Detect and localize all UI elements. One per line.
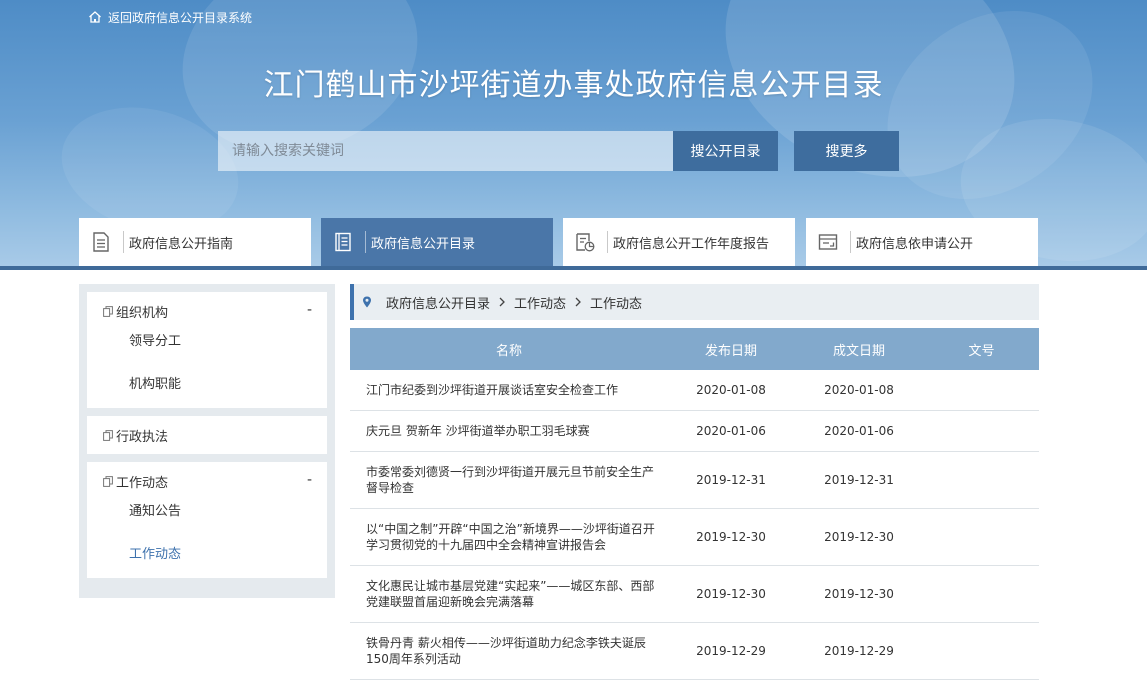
application-form-icon: [818, 234, 838, 250]
breadcrumb-item[interactable]: 政府信息公开目录: [386, 293, 490, 312]
sidebar-item-work-news[interactable]: 工作动态: [87, 532, 327, 578]
row-publish-date: 2020-01-06: [696, 424, 766, 438]
search-input[interactable]: [218, 131, 673, 171]
tab-label: 政府信息公开工作年度报告: [613, 236, 770, 252]
tab-annual-report[interactable]: 政府信息公开工作年度报告: [563, 218, 795, 266]
table-row: 铁骨丹青 薪火相传——沙坪街道助力纪念李铁夫诞辰150周年系列活动 2019-1…: [350, 623, 1039, 680]
sidebar-group-title: 行政执法: [116, 429, 169, 445]
chevron-right-icon: [575, 297, 581, 307]
banner-divider: [0, 266, 1147, 270]
header-banner: 返回政府信息公开目录系统 江门鹤山市沙坪街道办事处政府信息公开目录 搜公开目录 …: [0, 0, 1147, 268]
tab-disclosure-guide[interactable]: 政府信息公开指南: [79, 218, 311, 266]
row-written-date: 2020-01-06: [824, 424, 894, 438]
tab-apply-disclosure[interactable]: 政府信息依申请公开: [806, 218, 1038, 266]
tab-label: 政府信息公开指南: [129, 236, 234, 252]
row-title-link[interactable]: 庆元旦 贺新年 沙坪街道举办职工羽毛球赛: [350, 423, 668, 439]
tab-separator: [365, 231, 366, 253]
row-written-date: 2019-12-31: [824, 473, 894, 487]
copy-icon: [103, 475, 113, 487]
row-publish-date: 2019-12-31: [696, 473, 766, 487]
tab-separator: [123, 231, 124, 253]
tab-separator: [850, 231, 851, 253]
table-row: 江门市纪委到沙坪街道开展谈话室安全检查工作 2020-01-08 2020-01…: [350, 370, 1039, 411]
table-row: 文化惠民让城市基层党建“实起来”——城区东部、西部党建联盟首届迎新晚会完满落幕 …: [350, 566, 1039, 623]
column-header-name: 名称: [495, 343, 522, 359]
document-lines-icon: [93, 232, 109, 252]
sidebar-group-title: 工作动态: [116, 475, 169, 491]
column-header-doc-number: 文号: [968, 343, 995, 359]
sidebar-item-functions[interactable]: 机构职能: [87, 362, 327, 408]
table-row: 市委常委刘德贤一行到沙坪街道开展元旦节前安全生产督导检查 2019-12-31 …: [350, 452, 1039, 509]
row-title-link[interactable]: 文化惠民让城市基层党建“实起来”——城区东部、西部党建联盟首届迎新晚会完满落幕: [350, 578, 668, 610]
row-publish-date: 2020-01-08: [696, 383, 766, 397]
row-written-date: 2019-12-30: [824, 530, 894, 544]
collapse-toggle[interactable]: -: [307, 472, 312, 488]
chevron-right-icon: [499, 297, 505, 307]
row-title-link[interactable]: 江门市纪委到沙坪街道开展谈话室安全检查工作: [350, 382, 668, 398]
row-written-date: 2019-12-30: [824, 587, 894, 601]
row-publish-date: 2019-12-29: [696, 644, 766, 658]
location-pin-icon: [363, 296, 371, 308]
sidebar-item-leadership[interactable]: 领导分工: [87, 330, 327, 362]
row-title-link[interactable]: 市委常委刘德贤一行到沙坪街道开展元旦节前安全生产督导检查: [350, 464, 668, 496]
collapse-toggle[interactable]: -: [307, 302, 312, 318]
catalog-book-icon: [335, 232, 351, 252]
copy-icon: [103, 429, 113, 441]
home-icon: [89, 11, 101, 23]
sidebar-group-organization: 组织机构 - 领导分工 机构职能: [87, 292, 327, 408]
tab-separator: [607, 231, 608, 253]
row-title-link[interactable]: 以“中国之制”开辟“中国之治”新境界——沙坪街道召开学习贯彻党的十九届四中全会精…: [350, 521, 668, 553]
document-table: 名称 发布日期 成文日期 文号 江门市纪委到沙坪街道开展谈话室安全检查工作 20…: [350, 328, 1039, 680]
breadcrumb-item[interactable]: 工作动态: [590, 293, 642, 312]
row-title-link[interactable]: 铁骨丹青 薪火相传——沙坪街道助力纪念李铁夫诞辰150周年系列活动: [350, 635, 668, 667]
tab-label: 政府信息依申请公开: [856, 236, 974, 252]
tab-label: 政府信息公开目录: [371, 236, 476, 252]
sidebar-group-header[interactable]: 行政执法: [87, 416, 327, 454]
breadcrumb: 政府信息公开目录 工作动态 工作动态: [350, 284, 1039, 320]
tab-disclosure-catalog[interactable]: 政府信息公开目录: [321, 218, 553, 266]
table-row: 以“中国之制”开辟“中国之治”新境界——沙坪街道召开学习贯彻党的十九届四中全会精…: [350, 509, 1039, 566]
table-row: 庆元旦 贺新年 沙坪街道举办职工羽毛球赛 2020-01-06 2020-01-…: [350, 411, 1039, 452]
sidebar-group-work-news: 工作动态 - 通知公告 工作动态: [87, 462, 327, 578]
row-written-date: 2019-12-29: [824, 644, 894, 658]
back-link-label: 返回政府信息公开目录系统: [108, 10, 253, 25]
row-written-date: 2020-01-08: [824, 383, 894, 397]
sidebar-group-header[interactable]: 工作动态 -: [87, 462, 327, 500]
sidebar-group-title: 组织机构: [116, 305, 169, 321]
sidebar-item-notices[interactable]: 通知公告: [87, 500, 327, 532]
column-header-publish-date: 发布日期: [704, 343, 757, 359]
back-to-catalog-link[interactable]: 返回政府信息公开目录系统: [88, 8, 252, 26]
column-header-written-date: 成文日期: [832, 343, 885, 359]
sidebar-group-enforcement: 行政执法: [87, 416, 327, 454]
search-more-button[interactable]: 搜更多: [794, 131, 899, 171]
table-header: 名称 发布日期 成文日期 文号: [350, 328, 1039, 370]
sidebar-group-header[interactable]: 组织机构 -: [87, 292, 327, 330]
breadcrumb-item[interactable]: 工作动态: [514, 293, 566, 312]
report-chart-icon: [576, 233, 595, 252]
row-publish-date: 2019-12-30: [696, 587, 766, 601]
row-publish-date: 2019-12-30: [696, 530, 766, 544]
copy-icon: [103, 305, 113, 317]
sidebar: 组织机构 - 领导分工 机构职能 行政执法 工作动态 - 通知公告 工作动态: [79, 284, 335, 598]
search-catalog-button[interactable]: 搜公开目录: [673, 131, 778, 171]
page-title: 江门鹤山市沙坪街道办事处政府信息公开目录: [263, 68, 884, 103]
